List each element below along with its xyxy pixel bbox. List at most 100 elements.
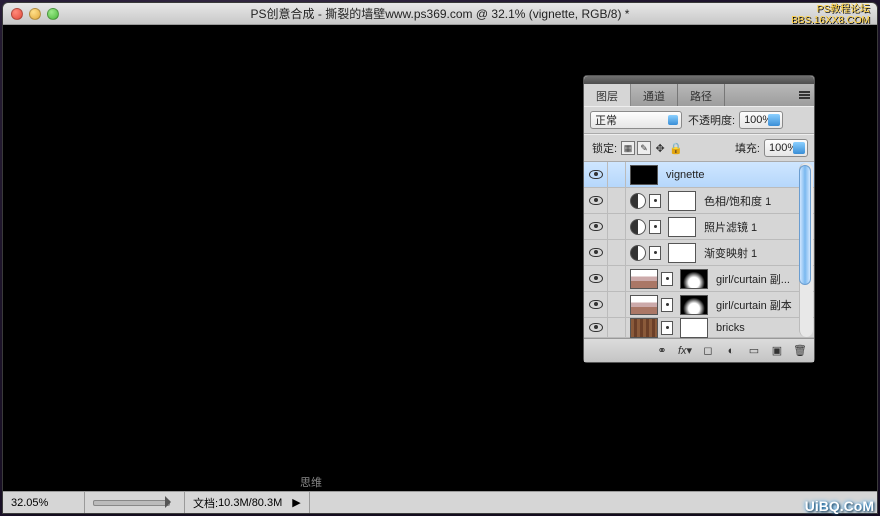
link-col[interactable] <box>608 188 626 213</box>
layers-list: vignette 色相/饱和度 1 照片滤镜 1 <box>584 162 814 338</box>
fill-input[interactable]: 100% <box>764 139 808 157</box>
link-col[interactable] <box>608 318 626 337</box>
panel-tabs: 图层 通道 路径 <box>584 84 814 106</box>
layer-row[interactable]: girl/curtain 副本 <box>584 292 814 318</box>
slider-icon <box>93 500 170 506</box>
doc-label: 文档: <box>193 495 218 511</box>
layer-row[interactable]: bricks <box>584 318 814 338</box>
mask-link-icon[interactable] <box>661 321 673 335</box>
mask-thumbnail[interactable] <box>680 295 708 315</box>
layer-row[interactable]: girl/curtain 副... <box>584 266 814 292</box>
opacity-label: 不透明度: <box>688 112 735 128</box>
zoom-value: 32.05% <box>11 497 48 509</box>
blend-opacity-row: 正常 不透明度: 100% <box>584 106 814 134</box>
visibility-toggle[interactable] <box>584 292 608 317</box>
layer-name[interactable]: 照片滤镜 1 <box>704 219 798 235</box>
eye-icon <box>589 196 603 205</box>
visibility-toggle[interactable] <box>584 188 608 213</box>
doc-value: 10.3M/80.3M <box>218 497 282 509</box>
status-bar: 32.05% 文档: 10.3M/80.3M ▶ <box>3 491 877 513</box>
adjustment-layer-icon[interactable]: ◐ <box>721 343 741 359</box>
layer-row[interactable]: 渐变映射 1 <box>584 240 814 266</box>
layer-thumbnail[interactable] <box>630 295 658 315</box>
delete-layer-icon[interactable]: 🗑 <box>790 343 810 359</box>
eye-icon <box>589 274 603 283</box>
adjustment-icon <box>630 245 646 261</box>
lock-transparent-icon[interactable]: ▦ <box>621 141 635 155</box>
status-slider[interactable] <box>85 492 185 513</box>
zoom-icon[interactable] <box>47 8 59 20</box>
layer-name[interactable]: 渐变映射 1 <box>704 245 798 261</box>
visibility-toggle[interactable] <box>584 214 608 239</box>
link-col[interactable] <box>608 162 626 187</box>
layer-row[interactable]: 色相/饱和度 1 <box>584 188 814 214</box>
link-layers-icon[interactable]: ⚭ <box>652 343 672 359</box>
visibility-toggle[interactable] <box>584 162 608 187</box>
panel-drag-grip[interactable] <box>584 76 814 84</box>
zoom-level[interactable]: 32.05% <box>3 492 85 513</box>
mask-thumbnail[interactable] <box>668 243 696 263</box>
fill-label: 填充: <box>735 140 760 156</box>
mask-link-icon[interactable] <box>661 272 673 286</box>
mask-thumbnail[interactable] <box>668 217 696 237</box>
visibility-toggle[interactable] <box>584 266 608 291</box>
layer-mask-icon[interactable]: ◻ <box>698 343 718 359</box>
link-col[interactable] <box>608 292 626 317</box>
new-layer-icon[interactable]: ▣ <box>767 343 787 359</box>
layer-name[interactable]: girl/curtain 副... <box>716 271 798 287</box>
lock-image-icon[interactable]: ✎ <box>637 141 651 155</box>
mask-thumbnail[interactable] <box>668 191 696 211</box>
eye-icon <box>589 170 603 179</box>
layer-style-icon[interactable]: fx▾ <box>675 343 695 359</box>
chevron-right-icon[interactable]: ▶ <box>292 496 300 509</box>
layer-name[interactable]: 色相/饱和度 1 <box>704 193 798 209</box>
scrollbar-track[interactable] <box>799 163 813 337</box>
visibility-toggle[interactable] <box>584 318 608 337</box>
lock-icons: ▦ ✎ ✥ 🔒 <box>621 141 683 155</box>
layer-name[interactable]: bricks <box>716 322 798 334</box>
lock-position-icon[interactable]: ✥ <box>653 141 667 155</box>
blend-mode-select[interactable]: 正常 <box>590 111 682 129</box>
link-col[interactable] <box>608 266 626 291</box>
tab-layers[interactable]: 图层 <box>584 84 631 106</box>
opacity-input[interactable]: 100% <box>739 111 783 129</box>
layer-name[interactable]: girl/curtain 副本 <box>716 297 798 313</box>
lock-all-icon[interactable]: 🔒 <box>669 141 683 155</box>
eye-icon <box>589 222 603 231</box>
mask-link-icon[interactable] <box>649 194 661 208</box>
hamburger-icon <box>799 94 810 96</box>
minimize-icon[interactable] <box>29 8 41 20</box>
tab-paths[interactable]: 路径 <box>678 84 725 106</box>
doc-size[interactable]: 文档: 10.3M/80.3M ▶ <box>185 492 310 513</box>
link-col[interactable] <box>608 214 626 239</box>
canvas[interactable]: 图层 通道 路径 正常 不透明度: 100% 锁定: ▦ ✎ ✥ 🔒 填充: <box>3 25 877 491</box>
app-window: PS创意合成 - 撕裂的墙壁www.ps369.com @ 32.1% (vig… <box>2 2 878 514</box>
panel-menu-button[interactable] <box>794 84 814 106</box>
layer-thumbnail[interactable] <box>630 269 658 289</box>
layers-panel[interactable]: 图层 通道 路径 正常 不透明度: 100% 锁定: ▦ ✎ ✥ 🔒 填充: <box>583 75 815 363</box>
visibility-toggle[interactable] <box>584 240 608 265</box>
mask-thumbnail[interactable] <box>680 318 708 338</box>
scrollbar-thumb[interactable] <box>799 165 811 285</box>
panel-footer: ⚭ fx▾ ◻ ◐ ▭ ▣ 🗑 <box>584 338 814 362</box>
mask-link-icon[interactable] <box>649 246 661 260</box>
opacity-value: 100% <box>744 114 772 126</box>
eye-icon <box>589 300 603 309</box>
layer-group-icon[interactable]: ▭ <box>744 343 764 359</box>
layer-thumbnail[interactable] <box>630 165 658 185</box>
adjustment-icon <box>630 219 646 235</box>
lock-label: 锁定: <box>592 140 617 156</box>
fill-value: 100% <box>769 142 797 154</box>
link-col[interactable] <box>608 240 626 265</box>
titlebar[interactable]: PS创意合成 - 撕裂的墙壁www.ps369.com @ 32.1% (vig… <box>3 3 877 25</box>
mask-thumbnail[interactable] <box>680 269 708 289</box>
layer-thumbnail[interactable] <box>630 318 658 338</box>
close-icon[interactable] <box>11 8 23 20</box>
lock-fill-row: 锁定: ▦ ✎ ✥ 🔒 填充: 100% <box>584 134 814 162</box>
tab-channels[interactable]: 通道 <box>631 84 678 106</box>
layer-name[interactable]: vignette <box>666 169 798 181</box>
layer-row[interactable]: 照片滤镜 1 <box>584 214 814 240</box>
mask-link-icon[interactable] <box>649 220 661 234</box>
mask-link-icon[interactable] <box>661 298 673 312</box>
layer-row[interactable]: vignette <box>584 162 814 188</box>
